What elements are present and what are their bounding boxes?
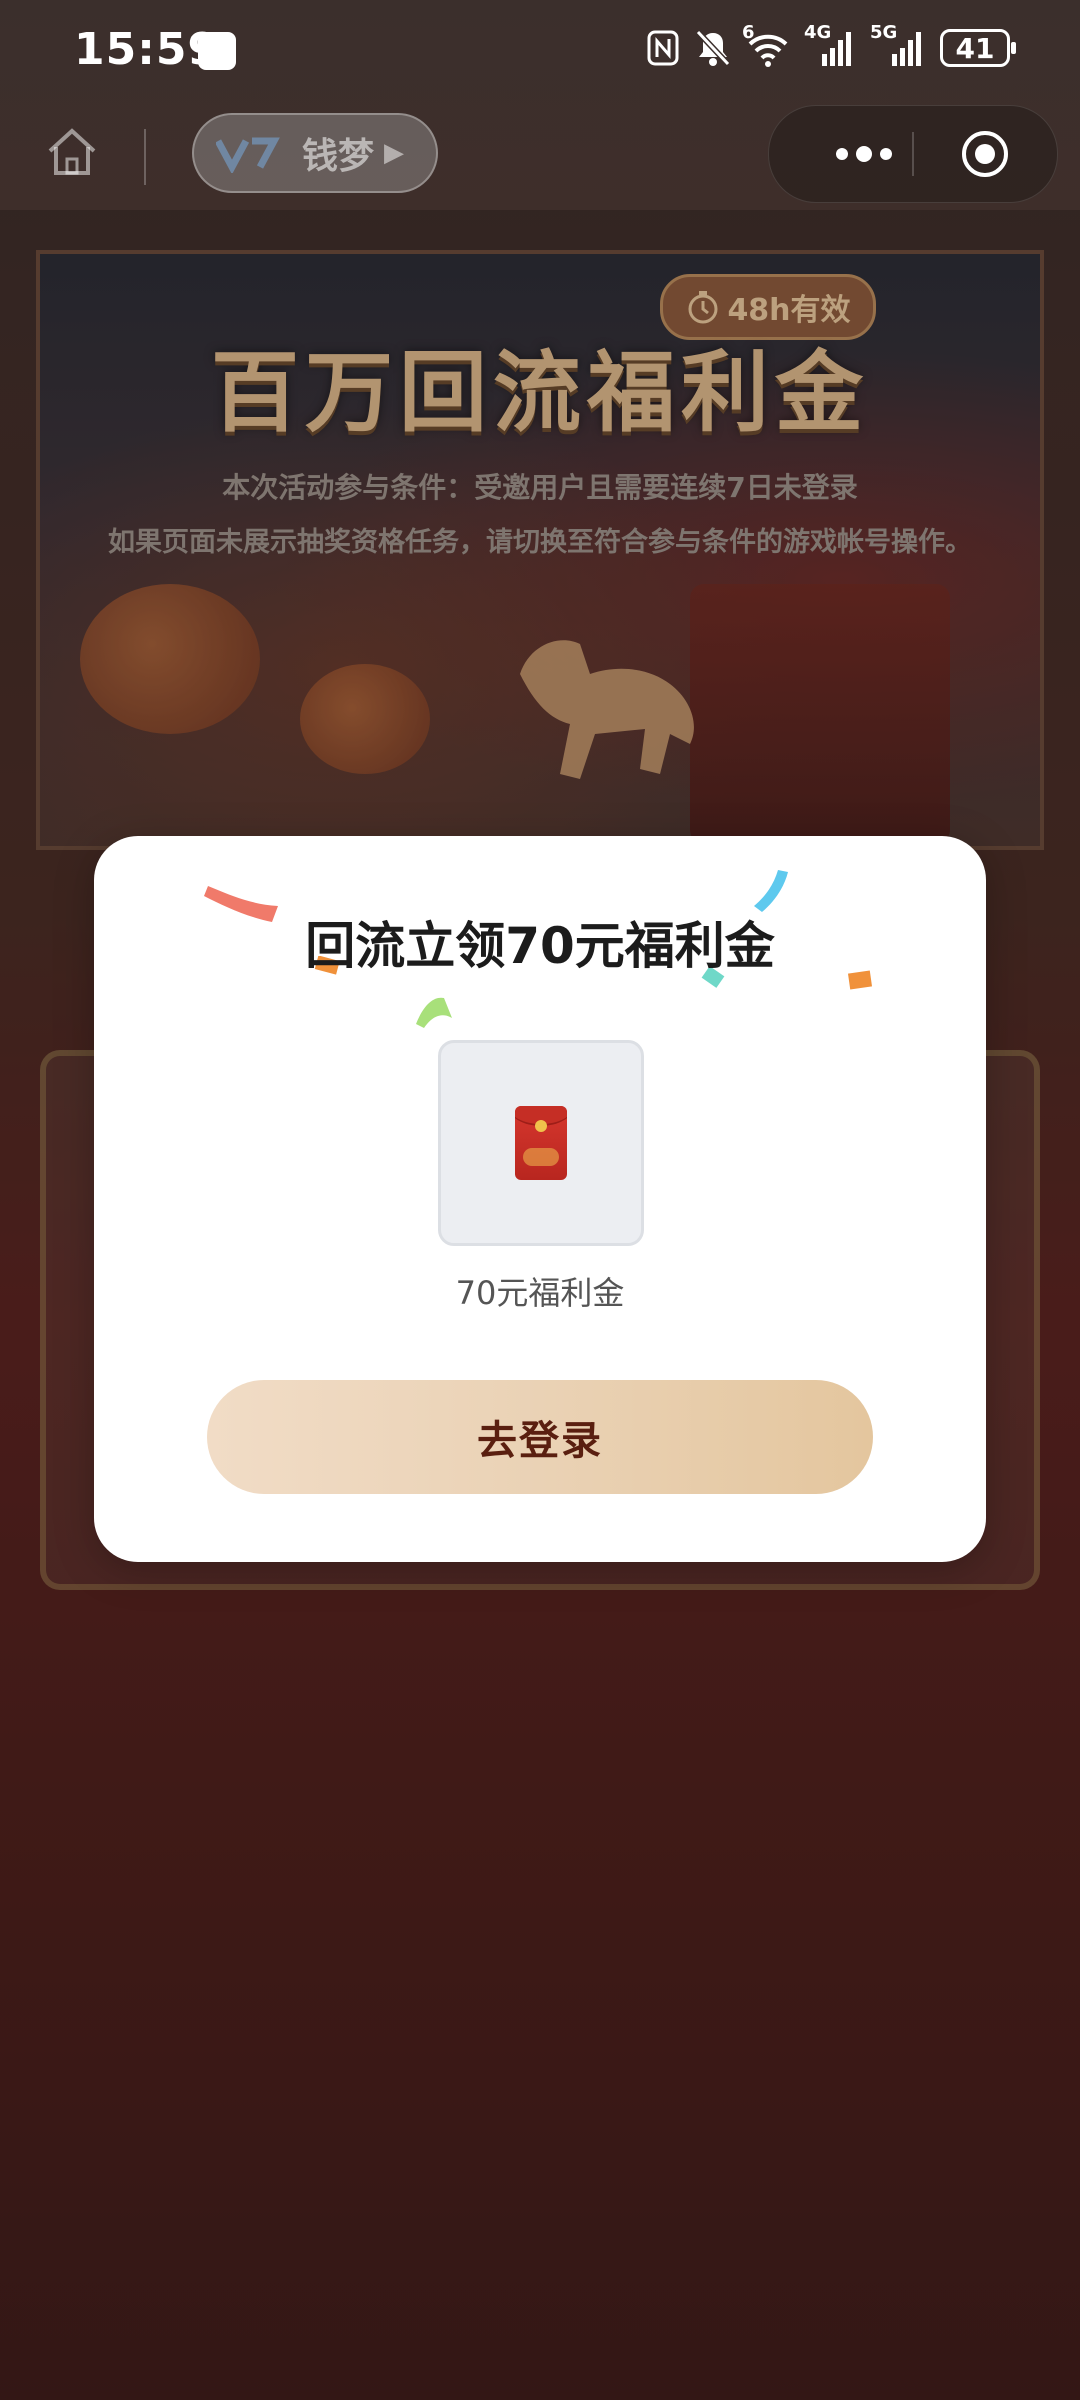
reward-modal: 回流立领70元福利金 70元福利金 去登录 [94,836,986,1562]
modal-title: 回流立领70元福利金 [305,917,775,975]
battery-indicator: 41 [940,29,1016,67]
capsule-divider [912,132,914,176]
more-options-icon[interactable] [819,106,909,202]
close-target-icon[interactable] [959,128,1011,180]
wifi-icon: 6 [742,22,790,68]
miniprogram-topbar: 钱梦 ▶ [0,105,1080,205]
game-name: 钱梦 [302,136,375,177]
red-envelope-icon [515,1106,567,1180]
go-login-button[interactable]: 去登录 [207,1380,873,1494]
status-icons: 6 4G 5G 41 [646,22,1016,68]
reward-item-tile [438,1040,644,1246]
nav-divider [144,129,146,185]
wifi-tag: 6 [742,22,755,43]
confetti-decoration [416,997,452,1028]
signal-5g-icon: 5G [870,22,926,68]
home-icon[interactable] [42,123,102,183]
nfc-icon [647,30,679,66]
game-logo-icon [216,137,280,173]
notification-app-icon [198,32,236,70]
status-bar: 15:59 6 4G 5G 41 [0,0,1080,105]
reward-label: 70元福利金 [455,1274,625,1312]
chevron-right-icon: ▶ [384,138,405,168]
miniprogram-capsule [768,105,1058,203]
game-switch-pill[interactable]: 钱梦 ▶ [192,113,438,193]
mute-bell-icon [695,29,731,67]
signal-4g-icon: 4G [804,22,856,68]
